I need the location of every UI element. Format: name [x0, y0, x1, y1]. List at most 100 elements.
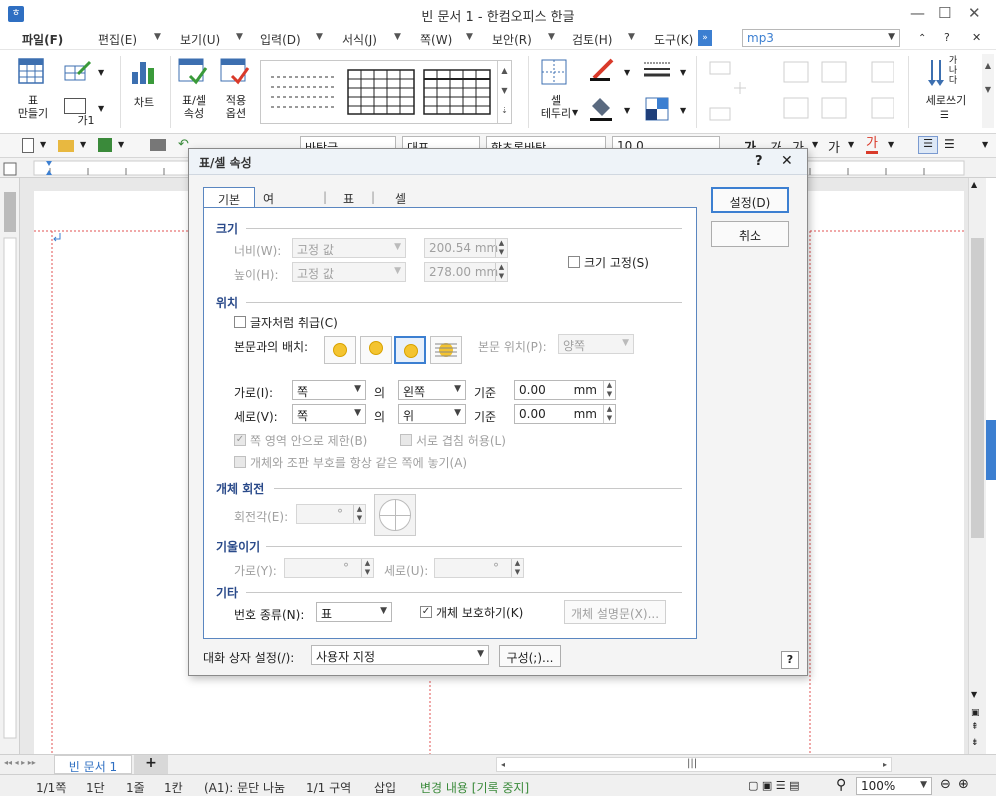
table-icon[interactable]	[18, 58, 44, 84]
menu-more-icon[interactable]: »	[698, 30, 712, 46]
tab-cell[interactable]: 셀	[389, 187, 412, 208]
chevron-down-icon[interactable]: ▼	[98, 104, 104, 113]
doc-tab[interactable]: 빈 문서 1	[54, 755, 132, 774]
table-style-preview-icon[interactable]	[347, 69, 415, 115]
maximize-icon[interactable]: ☐	[938, 4, 951, 22]
treat-as-char-label[interactable]: 글자처럼 취급(C)	[250, 314, 338, 331]
apply-options-button[interactable]: 적용 옵션	[216, 94, 256, 120]
menu-edit[interactable]: 편집(E)	[98, 31, 137, 48]
chevron-down-icon[interactable]: ▼	[888, 140, 894, 149]
zoom-icon[interactable]: ⚲	[836, 777, 846, 793]
cell-shade-icon[interactable]	[644, 96, 670, 122]
table-style-preview-icon[interactable]	[269, 71, 339, 113]
vertical-write-icon[interactable]	[928, 58, 944, 88]
chevron-down-icon[interactable]: ▼	[118, 140, 124, 149]
chevron-down-icon[interactable]: ▼	[572, 108, 578, 117]
open-folder-icon[interactable]	[58, 140, 74, 152]
horiz-ref-select[interactable]: 쪽 ▼	[292, 380, 366, 400]
chart-button[interactable]: 차트	[126, 96, 162, 109]
zoom-out-icon[interactable]: ⊖	[940, 777, 951, 792]
new-doc-icon[interactable]	[22, 138, 34, 153]
layout-top-bottom-button[interactable]	[360, 336, 392, 364]
vert-ref-select[interactable]: 쪽 ▼	[292, 404, 366, 424]
dialog-footer-help-icon[interactable]: ?	[781, 651, 799, 669]
vertical-write-button[interactable]: 세로쓰기	[918, 94, 974, 107]
horiz-align-select[interactable]: 왼쪽 ▼	[398, 380, 466, 400]
help-search-input[interactable]: mp3 ▼	[742, 29, 900, 47]
prev-page-icon[interactable]: ⇞	[971, 722, 979, 732]
menu-input[interactable]: 입력(D)	[260, 31, 301, 48]
menu-format[interactable]: 서식(J)	[342, 31, 377, 48]
chevron-down-icon[interactable]: ▼	[624, 68, 630, 77]
chevron-down-icon[interactable]: ▼	[40, 140, 46, 149]
print-icon[interactable]	[150, 139, 166, 151]
align-options-icon[interactable]: ☰	[940, 110, 949, 121]
status-track[interactable]: 변경 내용 [기록 중지]	[420, 779, 529, 796]
ok-button[interactable]: 설정(D)	[711, 187, 789, 213]
config-button[interactable]: 구성(;)...	[499, 645, 561, 667]
tab-margin-caption[interactable]: 여백/캡션	[257, 187, 284, 257]
scroll-left-icon[interactable]: ◂	[501, 760, 505, 769]
brush-icon[interactable]	[588, 58, 616, 82]
menu-security-arrow-icon[interactable]: ▼	[548, 32, 555, 42]
spin-arrows-icon[interactable]: ▲ ▼	[603, 405, 615, 423]
protect-label[interactable]: 개체 보호하기(K)	[436, 604, 523, 621]
layout-behind-button[interactable]	[430, 336, 462, 364]
minimize-icon[interactable]: —	[910, 4, 925, 22]
save-icon[interactable]	[98, 138, 112, 152]
fill-bucket-icon[interactable]	[588, 96, 616, 122]
table-style-gallery[interactable]: ▲ ▼ ⇣	[260, 60, 512, 124]
toolbar-more-icon[interactable]: ▼	[982, 140, 988, 149]
numbering-select[interactable]: 표 ▼	[316, 602, 392, 622]
menu-edit-arrow-icon[interactable]: ▼	[154, 32, 161, 42]
apply-options-icon[interactable]	[220, 58, 250, 86]
status-page[interactable]: 1/1쪽	[36, 779, 66, 796]
treat-as-char-checkbox[interactable]	[234, 316, 246, 328]
layout-square-button[interactable]	[324, 336, 356, 364]
ribbon-collapse-icon[interactable]: ⌃	[918, 33, 926, 44]
scroll-grip-icon[interactable]: |||	[687, 758, 697, 769]
table-draw-icon[interactable]	[64, 60, 92, 82]
vert-align-select[interactable]: 위 ▼	[398, 404, 466, 424]
dialog-close-icon[interactable]: ✕	[781, 153, 793, 169]
dialog-setting-select[interactable]: 사용자 지정 ▼	[311, 645, 489, 665]
menu-tools[interactable]: 도구(K)	[654, 31, 693, 48]
close-icon[interactable]: ✕	[968, 4, 981, 22]
menu-view[interactable]: 보기(U)	[180, 31, 220, 48]
chevron-down-icon[interactable]: ▼	[848, 140, 854, 149]
gallery-scroll[interactable]: ▲ ▼ ⇣	[497, 61, 511, 123]
fix-size-checkbox[interactable]	[568, 256, 580, 268]
horiz-offset-input[interactable]: 0.00 mm ▲ ▼	[514, 380, 616, 400]
chart-icon[interactable]	[130, 58, 156, 86]
menu-file[interactable]: 파일(F)	[22, 31, 63, 48]
scroll-thumb[interactable]	[971, 238, 984, 538]
align-left-icon[interactable]: ☰	[944, 137, 955, 151]
table-make-button[interactable]: 표 만들기	[10, 94, 56, 120]
next-page-icon[interactable]: ⇟	[971, 738, 979, 748]
horizontal-scrollbar[interactable]: ◂ ||| ▸	[496, 757, 892, 772]
zoom-in-icon[interactable]: ⊕	[958, 777, 969, 792]
tab-basic[interactable]: 기본	[203, 187, 255, 208]
add-tab-icon[interactable]: +	[134, 755, 168, 774]
chevron-down-icon[interactable]: ▼	[680, 68, 686, 77]
chevron-down-icon[interactable]: ▼	[812, 140, 818, 149]
menu-page-arrow-icon[interactable]: ▼	[466, 32, 473, 42]
vert-offset-input[interactable]: 0.00 mm ▲ ▼	[514, 404, 616, 424]
text-style-label[interactable]: 가1	[74, 114, 98, 127]
tab-table[interactable]: 표	[337, 187, 360, 208]
view-mode-icon[interactable]: ▢ ▣ ☰ ▤	[748, 779, 800, 792]
ribbon-scroll[interactable]: ▲ ▼	[982, 54, 994, 128]
scroll-up-icon[interactable]: ▲	[971, 180, 977, 189]
fix-size-label[interactable]: 크기 고정(S)	[584, 254, 649, 271]
font-color-icon[interactable]: 가	[866, 137, 878, 154]
line-style-icon[interactable]	[642, 60, 672, 80]
cell-props-icon[interactable]	[178, 58, 208, 86]
menu-view-arrow-icon[interactable]: ▼	[236, 32, 243, 42]
help-icon[interactable]: ?	[944, 31, 950, 44]
spin-arrows-icon[interactable]: ▲ ▼	[603, 381, 615, 399]
scroll-down-icon[interactable]: ▼	[971, 690, 977, 699]
menu-page[interactable]: 쪽(W)	[420, 31, 452, 48]
zoom-select[interactable]: 100% ▼	[856, 777, 932, 795]
menu-input-arrow-icon[interactable]: ▼	[316, 32, 323, 42]
menu-security[interactable]: 보안(R)	[492, 31, 532, 48]
